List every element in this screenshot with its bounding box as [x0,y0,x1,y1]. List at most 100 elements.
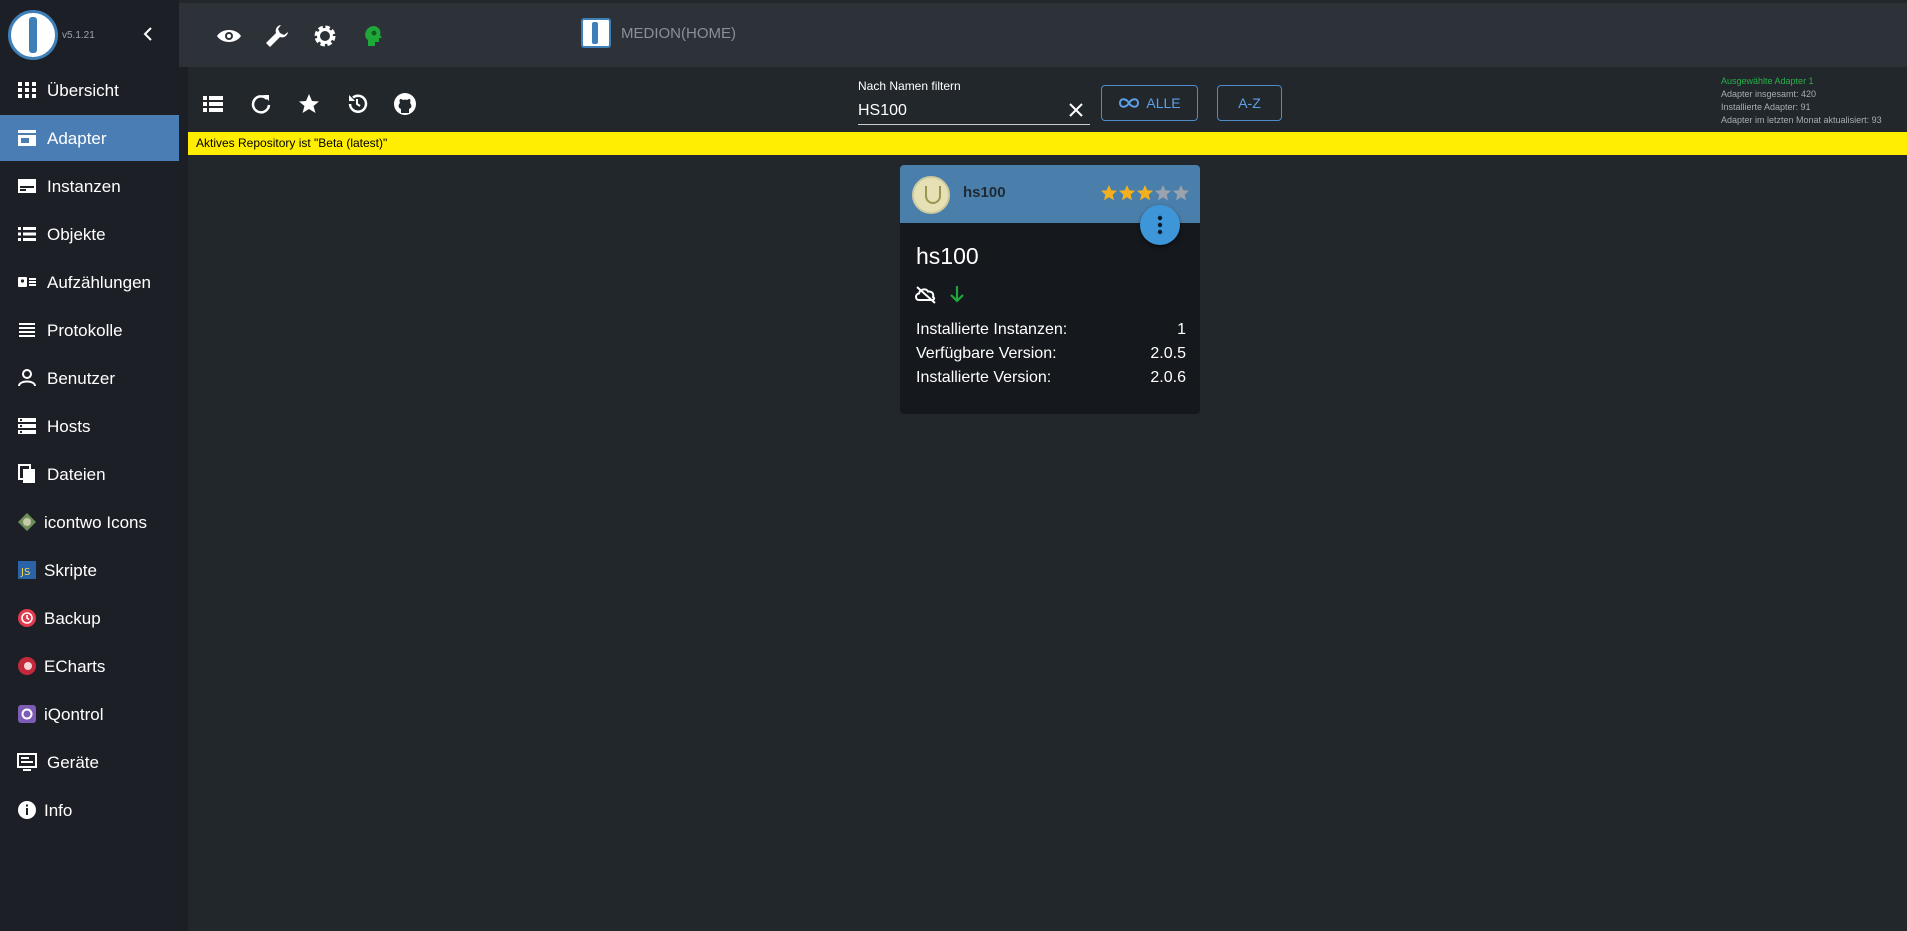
arrow-down-icon [950,286,964,303]
close-icon[interactable] [1066,100,1086,120]
sidebar-item-info[interactable]: Info [0,787,179,833]
show-all-label: ALLE [1146,95,1181,111]
enum-icon [18,277,36,287]
cloud-off-icon [915,286,936,304]
installed-adapters: Installierte Adapter: 91 [1721,102,1811,112]
infinity-icon [1119,98,1140,108]
sidebar-item-objekte[interactable]: Objekte [0,211,179,257]
apps-grid-icon [18,82,36,98]
adapter-stats: Ausgewählte Adapter 1 Adapter insgesamt:… [1721,75,1882,127]
sidebar-item-skripte[interactable]: JS Skripte [0,547,179,593]
sidebar-item-label: Backup [44,609,101,628]
sidebar-item-label: Protokolle [47,321,123,340]
sidebar-item-protokolle[interactable]: Protokolle [0,307,179,353]
sidebar-item-label: Objekte [47,225,106,244]
sidebar-item-label: Adapter [47,129,107,148]
sidebar-item-label: icontwo Icons [44,513,147,532]
adapter-toolbar: Nach Namen filtern ALLE A-Z [188,75,1907,131]
files-icon [18,464,35,483]
info-row-available-version: Verfügbare Version: 2.0.5 [916,345,1186,363]
sidebar-item-uebersicht[interactable]: Übersicht [0,67,179,113]
show-all-button[interactable]: ALLE [1101,85,1198,121]
content-edge [179,67,188,931]
top-bar: MEDION(HOME) [179,3,1907,67]
star-half-icon [1155,185,1171,201]
app-version: v5.1.21 [62,30,95,41]
star-empty-icon [1173,185,1189,201]
info-row-label: Installierte Version: [916,369,1052,386]
sidebar-item-backup[interactable]: Backup [0,595,179,641]
sidebar-item-label: ECharts [44,657,106,676]
info-row-value: 2.0.6 [1150,369,1186,386]
devices-icon [17,753,37,771]
info-row-installed-version: Installierte Version: 2.0.6 [916,369,1186,387]
icontwo-icon [18,513,36,531]
sidebar-item-geraete[interactable]: Geräte [0,739,179,785]
more-vert-icon [1157,215,1163,235]
info-row-instances: Installierte Instanzen: 1 [916,321,1186,339]
info-row-value: 2.0.5 [1150,345,1186,362]
info-row-value: 1 [1177,321,1186,338]
host-name: MEDION(HOME) [621,25,736,42]
sidebar-item-label: Benutzer [47,369,116,388]
rating-stars[interactable] [1100,184,1192,202]
star-icon [1119,185,1135,201]
info-row-label: Verfügbare Version: [916,345,1057,362]
update-history-icon[interactable] [344,91,370,117]
javascript-icon: JS [18,561,36,579]
expert-mode-icon[interactable] [359,22,387,50]
filter-label: Nach Namen filtern [858,79,961,93]
sidebar-item-label: iQontrol [44,705,104,724]
sidebar-item-icontwo[interactable]: icontwo Icons [0,499,179,545]
sidebar-item-label: Info [44,801,73,820]
list-view-icon[interactable] [200,91,226,117]
logs-icon [19,323,35,337]
star-icon [1101,185,1117,201]
adapter-card-header-name: hs100 [963,184,1006,201]
iobroker-logo[interactable] [8,10,58,60]
total-adapters: Adapter insgesamt: 420 [1721,89,1817,99]
more-options-button[interactable] [1140,205,1180,245]
sidebar-item-label: Hosts [47,417,91,436]
logo-row: v5.1.21 [0,0,179,68]
gear-icon[interactable] [311,22,339,50]
instances-icon [18,179,36,193]
repository-banner: Aktives Repository ist "Beta (latest)" [188,132,1907,155]
sidebar-item-iqontrol[interactable]: iQontrol [0,691,179,737]
adapter-logo [912,176,950,214]
chevron-left-icon[interactable] [140,22,156,46]
github-icon[interactable] [392,91,418,117]
sidebar-item-hosts[interactable]: Hosts [0,403,179,449]
sidebar-item-benutzer[interactable]: Benutzer [0,355,179,401]
sidebar-item-label: Übersicht [47,81,119,100]
user-icon [18,369,36,387]
sidebar-item-adapter[interactable]: Adapter [0,115,179,161]
eye-icon[interactable] [215,22,243,50]
store-icon [18,130,36,146]
sidebar-item-label: Skripte [44,561,97,580]
updated-adapters: Adapter im letzten Monat aktualisiert: 9… [1721,115,1882,125]
svg-text:JS: JS [20,567,30,578]
sidebar-item-label: Geräte [47,753,99,772]
sort-label: A-Z [1238,95,1261,111]
name-filter-input[interactable] [858,97,1090,125]
sidebar-item-echarts[interactable]: ECharts [0,643,179,689]
sidebar-item-instanzen[interactable]: Instanzen [0,163,179,209]
info-icon [18,801,36,819]
list-icon [18,227,36,241]
wrench-icon[interactable] [263,22,291,50]
hosts-icon [18,418,36,434]
sidebar-item-label: Instanzen [47,177,121,196]
sidebar: v5.1.21 Übersicht Adapter Instanzen Obje… [0,0,179,931]
sidebar-item-aufzaehlungen[interactable]: Aufzählungen [0,259,179,305]
info-row-label: Installierte Instanzen: [916,321,1068,338]
star-icon[interactable] [296,91,322,117]
sort-button[interactable]: A-Z [1217,85,1282,121]
refresh-icon[interactable] [248,91,274,117]
sidebar-item-dateien[interactable]: Dateien [0,451,179,497]
star-icon [1137,185,1153,201]
sidebar-item-label: Aufzählungen [47,273,151,292]
echarts-icon [18,657,36,675]
backup-icon [18,609,36,627]
adapter-status-icons [915,286,964,304]
